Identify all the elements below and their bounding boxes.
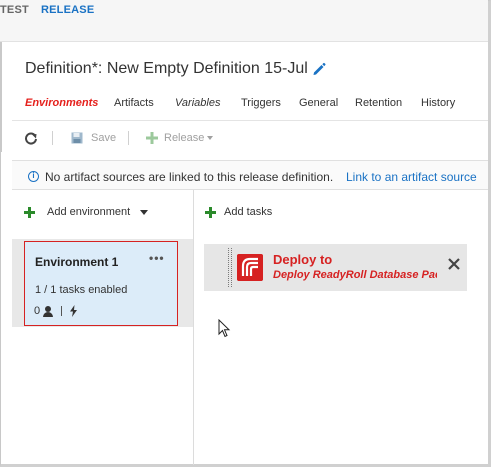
close-icon[interactable] bbox=[447, 257, 461, 271]
tab-triggers[interactable]: Triggers bbox=[241, 97, 281, 109]
page-title: Definition*: New Empty Definition 15-Jul bbox=[25, 60, 308, 77]
tab-general[interactable]: General bbox=[299, 97, 338, 109]
tab-variables[interactable]: Variables bbox=[175, 97, 220, 109]
release-label: Release bbox=[164, 132, 205, 144]
drag-handle-icon[interactable] bbox=[228, 248, 232, 287]
release-button[interactable]: Release bbox=[146, 129, 214, 147]
tab-environments[interactable]: Environments bbox=[25, 97, 98, 109]
task-title: Deploy to bbox=[273, 252, 333, 267]
add-icon bbox=[24, 206, 35, 218]
release-plus-icon bbox=[146, 132, 158, 144]
link-artifact-source[interactable]: Link to an artifact source bbox=[346, 170, 477, 184]
more-options-icon[interactable]: ••• bbox=[149, 251, 165, 265]
tasks-enabled-status: 1 / 1 tasks enabled bbox=[35, 284, 128, 296]
mouse-cursor-icon bbox=[218, 319, 231, 338]
add-tasks-label: Add tasks bbox=[224, 206, 273, 218]
add-tasks-button[interactable]: Add tasks bbox=[205, 204, 272, 220]
add-icon bbox=[205, 206, 216, 218]
chevron-down-icon bbox=[207, 136, 214, 140]
hub-tab-release[interactable]: RELEASE bbox=[41, 4, 94, 16]
refresh-icon bbox=[25, 132, 37, 145]
toolbar-separator bbox=[128, 131, 129, 145]
save-icon bbox=[71, 132, 83, 144]
add-environment-label: Add environment bbox=[47, 206, 131, 218]
save-label: Save bbox=[91, 132, 117, 144]
pencil-icon[interactable] bbox=[312, 62, 326, 76]
person-icon bbox=[43, 305, 54, 317]
readyroll-logo-icon bbox=[237, 254, 263, 281]
tab-history[interactable]: History bbox=[421, 97, 455, 109]
meta-separator bbox=[61, 306, 63, 316]
bolt-icon bbox=[70, 305, 78, 317]
approvers-count: 0 bbox=[34, 305, 41, 317]
tab-artifacts[interactable]: Artifacts bbox=[114, 97, 154, 109]
refresh-button[interactable] bbox=[24, 129, 38, 147]
tab-retention[interactable]: Retention bbox=[355, 97, 402, 109]
panel-divider bbox=[193, 190, 194, 465]
toolbar-separator bbox=[52, 131, 53, 145]
chevron-down-icon[interactable] bbox=[140, 209, 149, 215]
environment-meta: 0 bbox=[34, 304, 79, 318]
task-item[interactable]: Deploy to Deploy ReadyRoll Database Pack… bbox=[204, 244, 467, 291]
info-banner: i No artifact sources are linked to this… bbox=[12, 160, 488, 190]
hub-tab-test[interactable]: TEST bbox=[0, 4, 29, 16]
task-subtitle: Deploy ReadyRoll Database Package bbox=[273, 269, 437, 281]
add-environment-button[interactable]: Add environment bbox=[24, 204, 149, 220]
toolbar-divider bbox=[12, 120, 488, 121]
environment-card[interactable]: Environment 1 ••• 1 / 1 tasks enabled 0 bbox=[24, 241, 178, 326]
info-message: No artifact sources are linked to this r… bbox=[45, 170, 334, 184]
info-icon: i bbox=[28, 171, 39, 182]
left-divider bbox=[0, 42, 2, 152]
save-button[interactable]: Save bbox=[71, 129, 116, 147]
hub-bar: TEST RELEASE bbox=[0, 0, 488, 42]
environment-name: Environment 1 bbox=[35, 255, 119, 269]
